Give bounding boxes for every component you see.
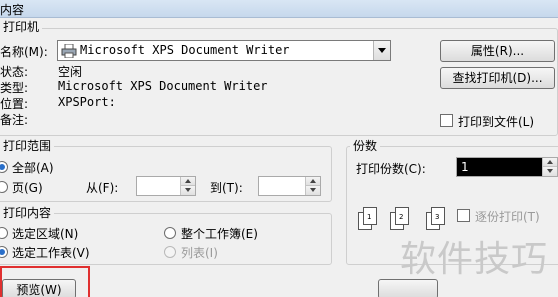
window-title: 内容 [0,3,25,17]
spin-down-icon[interactable] [181,186,195,195]
range-all-label[interactable]: 全部(A) [12,159,54,176]
location-label: 位置: [0,97,29,111]
type-label: 类型: [0,81,29,95]
spin-up-icon[interactable] [181,177,195,186]
collate-checkbox[interactable] [457,209,470,222]
page-icon: 2 [395,207,409,225]
page-icon: 1 [363,207,377,225]
copies-label: 打印份数(C): [356,162,426,176]
spin-up-icon[interactable] [543,158,557,167]
page-icon: 3 [431,207,445,225]
copies-group-label: 份数 [350,137,381,154]
content-selection-label[interactable]: 选定区域(N) [12,225,78,242]
content-list-radio[interactable] [164,246,176,258]
printer-name-select[interactable]: Microsoft XPS Document Writer [57,40,391,61]
spin-up-icon[interactable] [306,177,320,186]
range-to-spinner[interactable] [258,176,321,196]
title-bar: 内容 [0,0,558,18]
range-to-label: 到(T): [210,181,243,195]
content-workbook-label[interactable]: 整个工作簿(E) [181,225,258,242]
print-to-file-checkbox[interactable] [440,114,453,127]
content-sheets-label[interactable]: 选定工作表(V) [12,244,90,261]
page-number: 2 [399,213,404,221]
copies-spinner[interactable]: 1 [456,157,558,177]
find-printer-button[interactable]: 查找打印机(D)... [440,67,555,89]
content-list-label[interactable]: 列表(I) [181,244,218,261]
print-range-label: 打印范围 [0,137,55,154]
status-label: 状态: [0,65,29,79]
watermark: 软件技巧 [400,239,549,280]
copies-value: 1 [461,160,469,174]
printer-icon [61,44,77,58]
collate-label[interactable]: 逐份打印(T) [475,208,540,225]
print-to-file-label[interactable]: 打印到文件(L) [458,113,534,130]
spin-down-icon[interactable] [306,186,320,195]
location-value: XPSPort: [58,95,116,109]
spin-down-icon[interactable] [543,167,557,176]
type-value: Microsoft XPS Document Writer [58,79,268,93]
range-pages-label[interactable]: 页(G) [12,179,43,196]
print-content-label: 打印内容 [0,204,55,221]
comment-label: 备注: [0,113,29,127]
printer-name-value: Microsoft XPS Document Writer [80,43,290,57]
page-number: 1 [367,213,372,221]
content-workbook-radio[interactable] [164,227,176,239]
properties-button[interactable]: 属性(R)... [440,40,555,62]
page-number: 3 [435,213,440,221]
printer-name-label: 名称(M): [0,45,48,59]
printer-group-label: 打印机 [0,18,43,35]
status-value: 空闲 [58,65,83,79]
highlight-box [0,266,90,297]
range-from-label: 从(F): [86,181,119,195]
range-from-spinner[interactable] [136,176,196,196]
chevron-down-icon[interactable] [373,41,390,60]
